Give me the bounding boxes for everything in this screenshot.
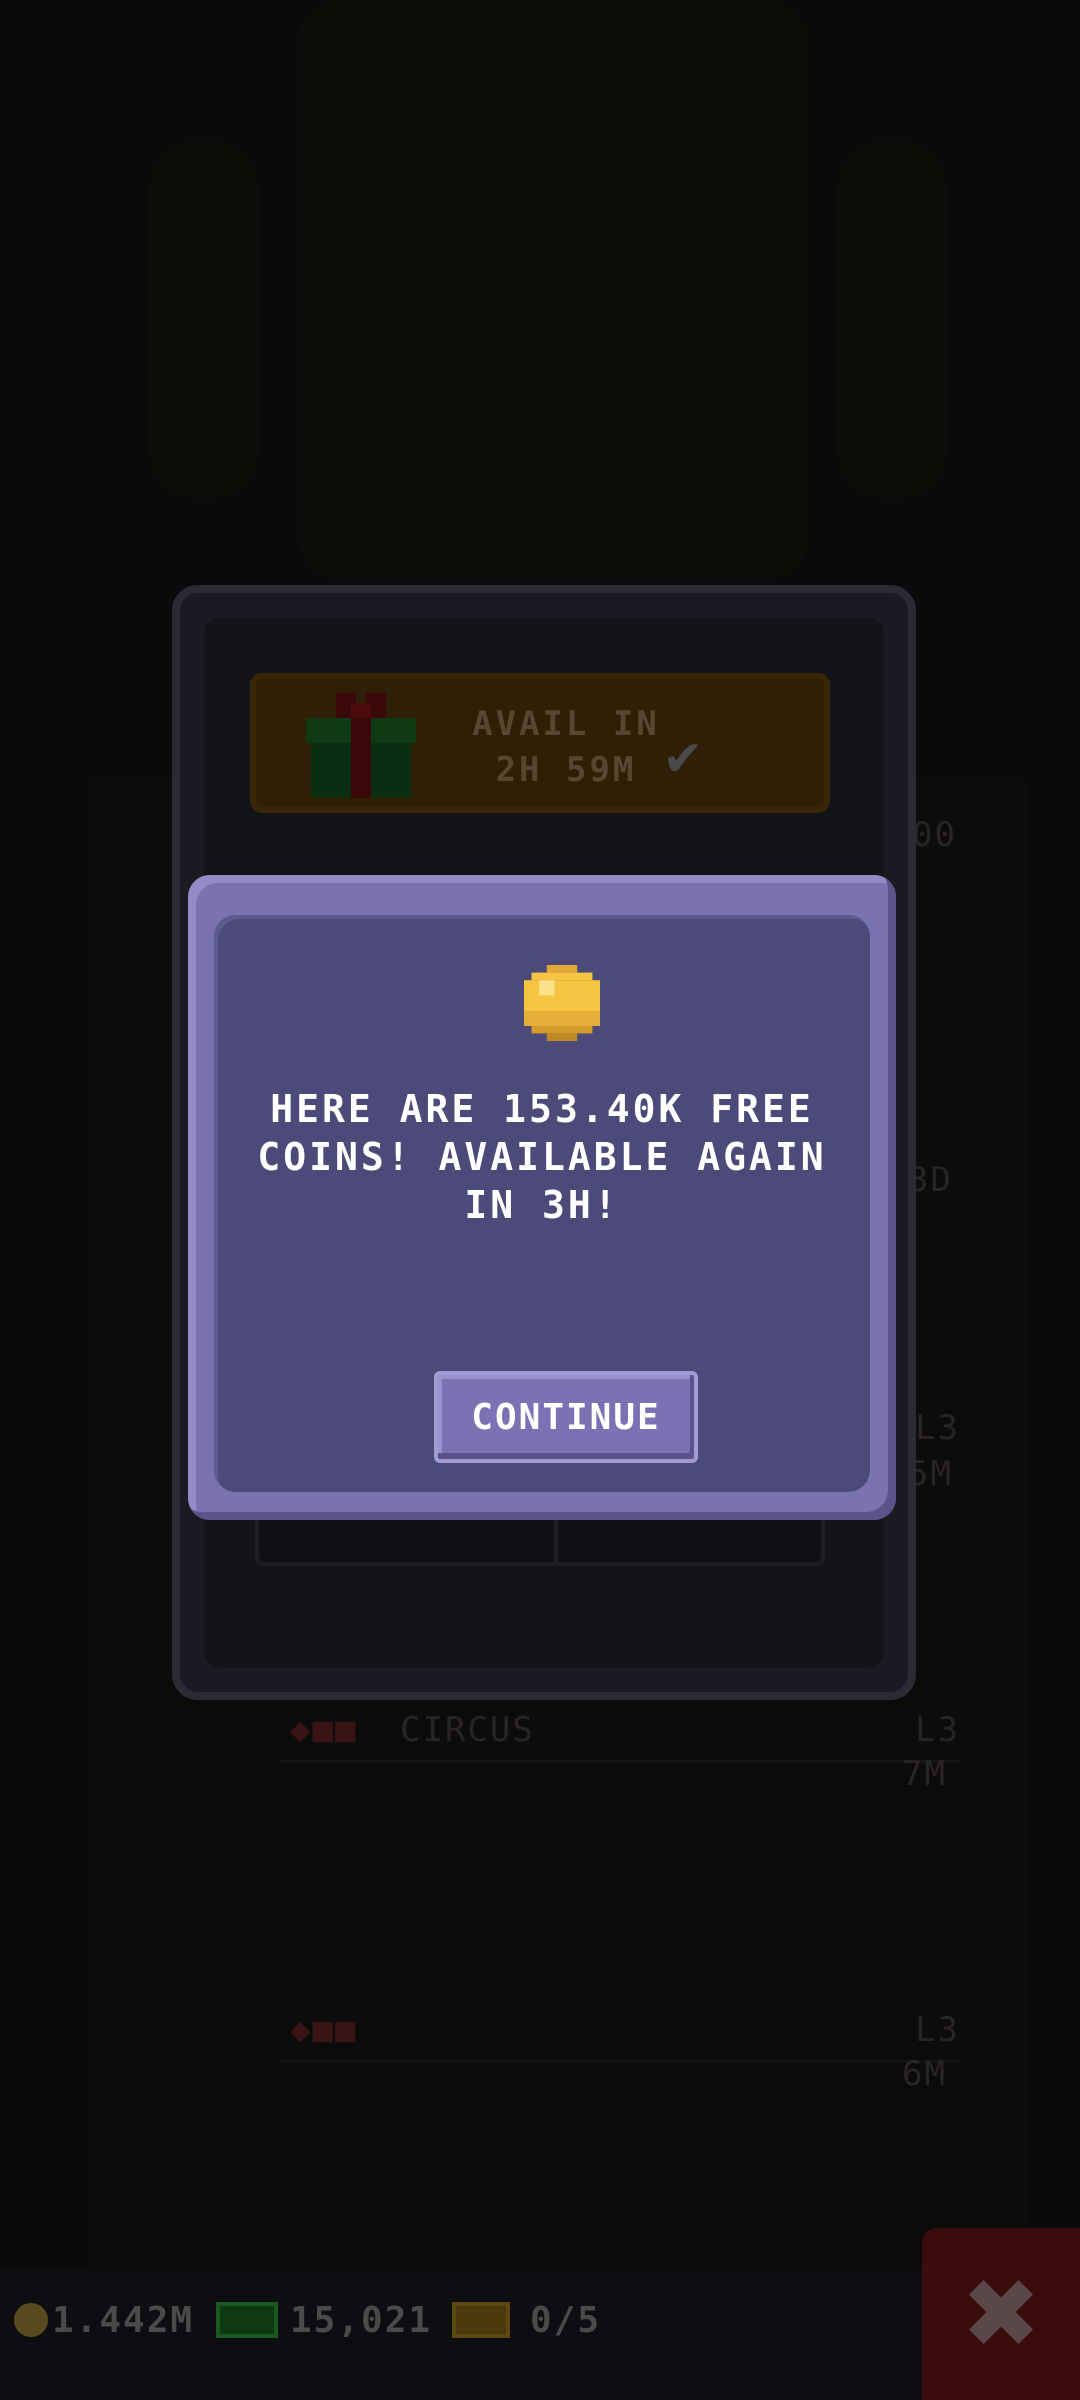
bux-value: 15,021 bbox=[290, 2299, 433, 2341]
continue-button[interactable]: CONTINUE bbox=[434, 1371, 698, 1463]
side-label-4: 00 bbox=[912, 815, 957, 855]
bux-counter[interactable]: 15,021 bbox=[216, 2295, 432, 2345]
floor-row-1 bbox=[280, 1760, 960, 1960]
close-button[interactable]: ✖ bbox=[922, 2228, 1080, 2400]
bux-icon bbox=[216, 2302, 278, 2338]
coin-icon bbox=[14, 2303, 48, 2337]
floor-time-circus: 7M bbox=[902, 1754, 947, 1794]
coins-counter: 1.442M bbox=[14, 2295, 194, 2345]
vip-value: 0/5 bbox=[530, 2299, 602, 2341]
coin-icon bbox=[524, 965, 600, 1041]
floor-name-circus: CIRCUS bbox=[400, 1710, 535, 1750]
close-icon: ✖ bbox=[960, 2258, 1042, 2370]
reward-dialog: HERE ARE 153.40K FREE COINS! AVAILABLE A… bbox=[188, 875, 896, 1520]
vip-counter[interactable]: 0/5 bbox=[452, 2295, 601, 2345]
gift-availability-text: AVAIL IN 2H 59M bbox=[456, 701, 676, 793]
reward-dialog-body: HERE ARE 153.40K FREE COINS! AVAILABLE A… bbox=[214, 915, 870, 1492]
floor-level-2: L3 bbox=[915, 2010, 960, 2050]
floor-row-2 bbox=[280, 2060, 960, 2260]
elevator-right-pod bbox=[836, 140, 948, 500]
floor-stars: ◆■■ bbox=[290, 1710, 358, 1750]
gift-avail-line1: AVAIL IN bbox=[472, 704, 660, 744]
vip-icon bbox=[452, 2302, 510, 2338]
floor-time-2: 6M bbox=[902, 2054, 947, 2094]
side-label-1: L3 bbox=[915, 1408, 960, 1448]
reward-message: HERE ARE 153.40K FREE COINS! AVAILABLE A… bbox=[257, 1087, 827, 1227]
gift-banner[interactable]: AVAIL IN 2H 59M ✔ bbox=[250, 673, 830, 813]
gift-icon bbox=[306, 693, 416, 798]
floor-stars-2: ◆■■ bbox=[290, 2010, 358, 2050]
floor-level-circus: L3 bbox=[915, 1710, 960, 1750]
gift-avail-line2: 2H 59M bbox=[495, 750, 637, 790]
elevator-body bbox=[298, 0, 808, 580]
check-icon: ✔ bbox=[666, 723, 700, 788]
coins-value: 1.442M bbox=[52, 2299, 195, 2341]
elevator-left-pod bbox=[148, 140, 260, 500]
